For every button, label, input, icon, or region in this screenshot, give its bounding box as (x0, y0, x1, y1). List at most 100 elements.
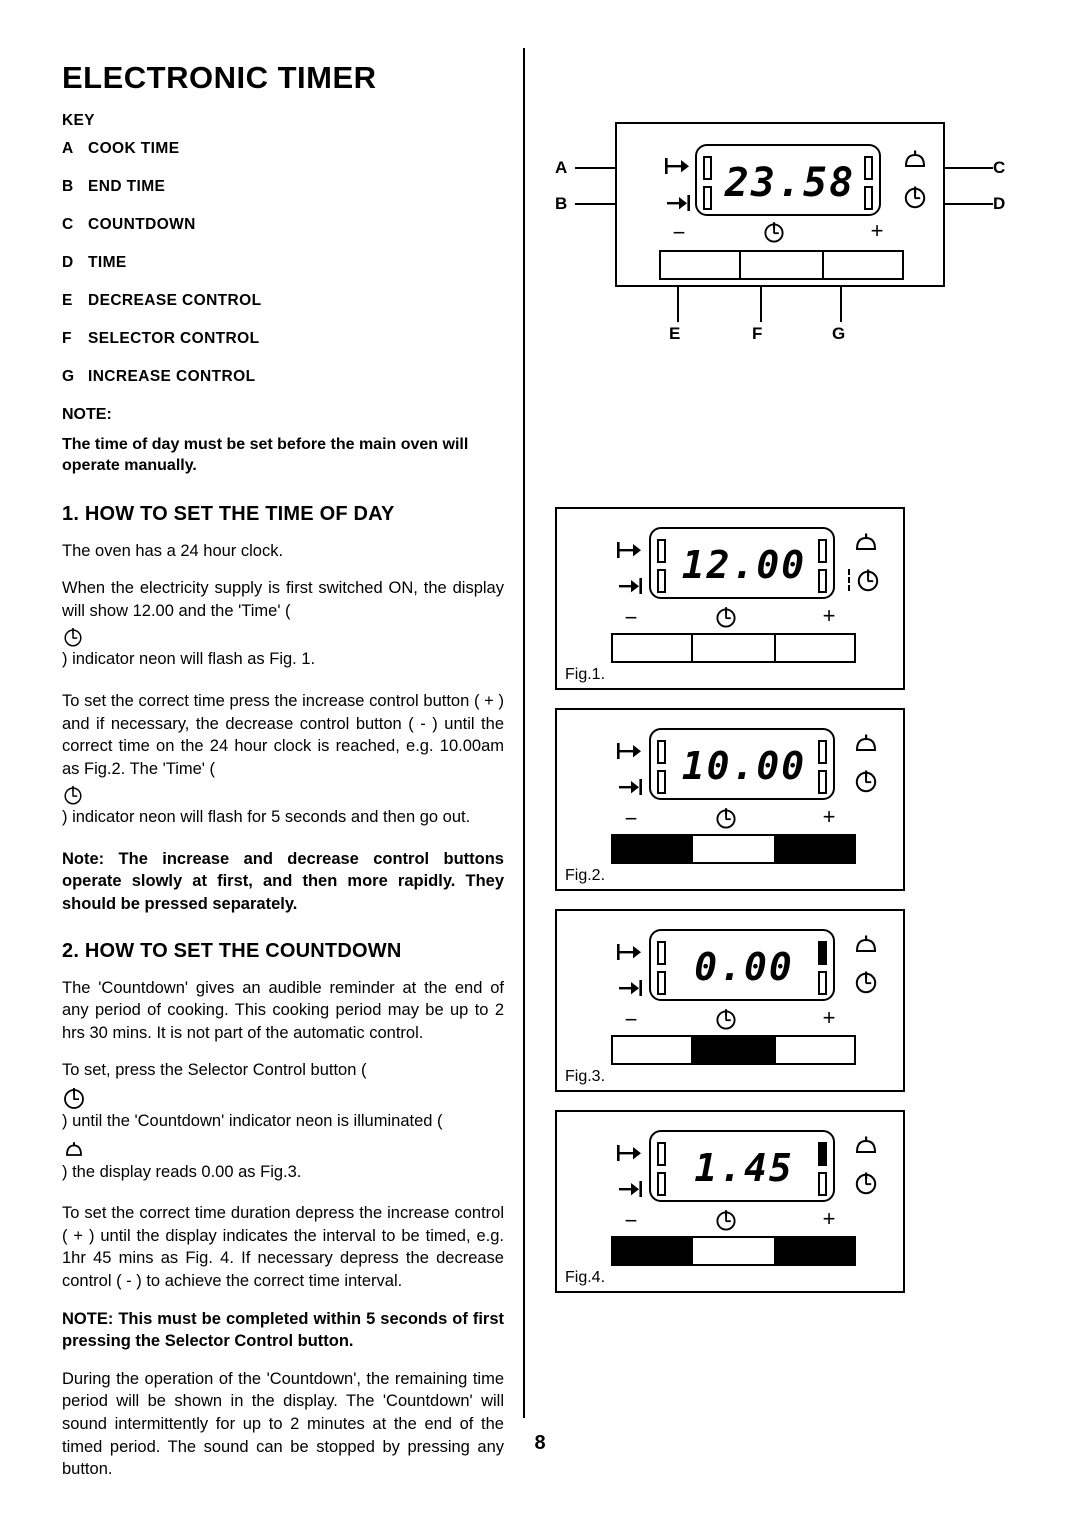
selector-button[interactable] (693, 1037, 776, 1063)
clock-icon (853, 1170, 879, 1196)
callout-label-e: E (669, 324, 681, 343)
decrease-button[interactable] (613, 1238, 693, 1264)
increase-symbol: + (822, 603, 836, 628)
selector-clock-icon (714, 605, 738, 629)
section-2-paragraph-4: NOTE: This must be completed within 5 se… (62, 1309, 504, 1351)
increase-symbol: + (870, 218, 884, 243)
end-time-icon (617, 778, 643, 796)
figure-3-lcd: 0.00 (649, 929, 835, 1001)
key-label-e: DECREASE CONTROL (88, 292, 262, 309)
increase-button[interactable] (776, 635, 854, 661)
figure-1-button-row[interactable] (611, 633, 856, 663)
control-button-row[interactable] (659, 250, 904, 280)
figure-4-digits: 1.45 (694, 1146, 794, 1190)
key-letter-e: E (62, 292, 73, 309)
timer-panel: 23.58 − + (615, 122, 945, 287)
figure-3-digits: 0.00 (694, 945, 794, 989)
page-title: ELECTRONIC TIMER (62, 60, 377, 95)
selector-button[interactable] (741, 252, 824, 278)
bell-icon (62, 1137, 504, 1161)
callout-label-f: F (752, 324, 763, 343)
s2p2-text-b: ) until the 'Countdown' indicator neon i… (62, 1112, 443, 1131)
decrease-button[interactable] (613, 1037, 693, 1063)
figure-1-digits: 12.00 (681, 543, 807, 587)
lcd-segment-top-right (818, 941, 827, 965)
bell-icon (902, 146, 928, 172)
decrease-symbol: − (672, 220, 686, 245)
decrease-symbol: − (624, 1007, 638, 1032)
section-1-paragraph-2: When the electricity supply is first swi… (62, 577, 504, 675)
callout-label-d: D (993, 194, 1006, 213)
leader-line-d (937, 203, 993, 205)
decrease-button[interactable] (613, 836, 693, 862)
leader-line-c (937, 167, 993, 169)
lcd-segment-bottom-left (657, 770, 666, 794)
key-label-c: COUNTDOWN (88, 216, 196, 233)
figure-1: 12.00 − + Fig.1. (555, 507, 905, 690)
lcd-segment-bottom-right (864, 186, 873, 210)
key-heading: KEY (62, 112, 95, 129)
increase-button[interactable] (776, 836, 854, 862)
decrease-button[interactable] (661, 252, 741, 278)
cook-time-icon (617, 1144, 643, 1162)
end-time-icon (617, 979, 643, 997)
key-letter-a: A (62, 140, 74, 157)
figure-3-button-row[interactable] (611, 1035, 856, 1065)
key-label-d: TIME (88, 254, 127, 271)
selector-button[interactable] (693, 635, 776, 661)
cook-time-icon (665, 157, 691, 175)
s2p2-text-c: ) the display reads 0.00 as Fig.3. (62, 1162, 302, 1181)
figure-4: 1.45 − + Fig.4. (555, 1110, 905, 1293)
lcd-segment-top-left (657, 1142, 666, 1166)
section-1-paragraph-3: To set the correct time press the increa… (62, 690, 504, 833)
key-label-f: SELECTOR CONTROL (88, 330, 260, 347)
decrease-symbol: − (624, 605, 638, 630)
bell-icon (853, 931, 879, 957)
section-2-paragraph-2: To set, press the Selector Control butto… (62, 1059, 504, 1187)
s1p2-text-a: When the electricity supply is first swi… (62, 579, 504, 620)
section-1-heading: 1. HOW TO SET THE TIME OF DAY (62, 502, 395, 525)
figure-2-button-row[interactable] (611, 834, 856, 864)
clock-icon (62, 626, 504, 648)
key-label-a: COOK TIME (88, 140, 180, 157)
clock-icon (853, 969, 879, 995)
key-item-b: B END TIME (62, 178, 504, 196)
selector-button[interactable] (693, 1238, 776, 1264)
increase-button[interactable] (824, 252, 902, 278)
figure-4-button-row[interactable] (611, 1236, 856, 1266)
manual-page: ELECTRONIC TIMER KEY A COOK TIME B END TIM… (0, 0, 1080, 1528)
section-1-paragraph-4: Note: The increase and decrease control … (62, 849, 504, 914)
s1p3-text-b: ) indicator neon will flash for 5 second… (62, 808, 471, 827)
cook-time-icon (617, 943, 643, 961)
lcd-segment-top-right (818, 740, 827, 764)
lcd-segment-bottom-right (818, 1172, 827, 1196)
callout-label-a: A (555, 158, 568, 177)
bell-icon (853, 730, 879, 756)
increase-button[interactable] (776, 1037, 854, 1063)
end-time-icon (617, 1180, 643, 1198)
callout-label-c: C (993, 158, 1006, 177)
main-timer-diagram: A B C D 23.58 − + E F G (555, 122, 1015, 372)
figure-3: 0.00 − + Fig.3. (555, 909, 905, 1092)
increase-symbol: + (822, 804, 836, 829)
increase-button[interactable] (776, 1238, 854, 1264)
clock-icon (855, 567, 881, 593)
figure-2: 10.00 − + Fig.2. (555, 708, 905, 891)
lcd-segment-bottom-left (657, 971, 666, 995)
section-2-paragraph-3: To set the correct time duration depress… (62, 1204, 504, 1290)
key-item-d: D TIME (62, 254, 504, 272)
figure-4-lcd: 1.45 (649, 1130, 835, 1202)
lcd-segment-bottom-left (657, 1172, 666, 1196)
selector-button[interactable] (693, 836, 776, 862)
key-item-g: G INCREASE CONTROL (62, 368, 504, 386)
column-divider (523, 48, 525, 1418)
figure-2-digits: 10.00 (681, 744, 807, 788)
lcd-segment-top-left (657, 539, 666, 563)
left-text-column: ELECTRONIC TIMER KEY A COOK TIME B END TIM… (62, 44, 504, 1496)
decrease-button[interactable] (613, 635, 693, 661)
figure-1-lcd: 12.00 (649, 527, 835, 599)
page-number: 8 (534, 1432, 546, 1454)
lcd-segment-top-right (818, 539, 827, 563)
flash-indicator-icon (843, 567, 855, 593)
increase-symbol: + (822, 1206, 836, 1231)
